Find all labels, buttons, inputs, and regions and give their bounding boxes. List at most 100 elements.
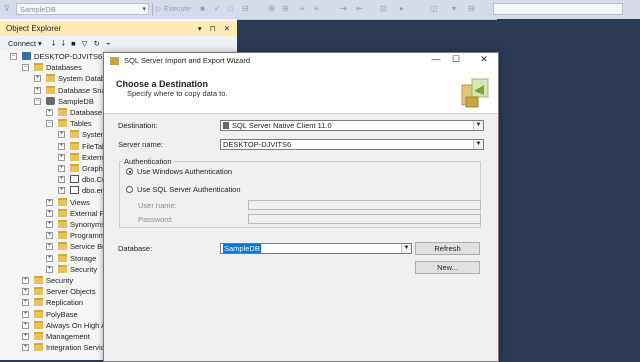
expand-icon[interactable]: + bbox=[46, 109, 53, 116]
expand-icon[interactable]: + bbox=[58, 165, 65, 172]
unknown-tool-icon-2[interactable]: ▾ bbox=[452, 4, 456, 13]
tree-node[interactable]: + Graph bbox=[58, 163, 103, 174]
tree-node[interactable]: + Server Objects bbox=[22, 286, 96, 297]
expand-icon[interactable]: + bbox=[46, 243, 53, 251]
folder-icon bbox=[70, 152, 79, 161]
expand-icon[interactable]: + bbox=[46, 209, 53, 217]
parse-icon[interactable]: □ bbox=[228, 4, 233, 13]
tree-node[interactable]: − Databases bbox=[22, 62, 82, 73]
tree-node[interactable]: + System bbox=[58, 129, 107, 140]
expand-icon[interactable]: + bbox=[22, 344, 29, 352]
import-export-wizard-dialog: SQL Server Import and Export Wizard — ☐ … bbox=[103, 52, 499, 362]
grid-icon[interactable]: ⊞ bbox=[282, 4, 289, 13]
filter-icon[interactable]: ▽ bbox=[82, 39, 88, 48]
destination-combobox[interactable]: SQL Server Native Client 11.0 ▼ bbox=[220, 120, 484, 131]
tree-node[interactable]: + Synonyms bbox=[46, 219, 105, 230]
tree-node[interactable]: + FileTab bbox=[58, 141, 106, 152]
check-icon[interactable]: ✓ bbox=[214, 4, 221, 13]
uncomment-icon[interactable]: ≡ bbox=[314, 4, 319, 13]
outdent-icon[interactable]: ⇤ bbox=[356, 4, 363, 13]
connect-icon[interactable]: ⸸ bbox=[52, 39, 56, 48]
execute-button[interactable]: ▷ Execute bbox=[156, 4, 191, 13]
maximize-button[interactable]: ☐ bbox=[446, 54, 466, 65]
activity-icon[interactable]: ⌁ bbox=[106, 39, 111, 48]
tree-node[interactable]: − Tables bbox=[46, 118, 92, 129]
tree-node[interactable]: + System Databa bbox=[34, 73, 109, 84]
expand-icon[interactable]: + bbox=[58, 187, 65, 195]
tree-node[interactable]: + PolyBase bbox=[22, 309, 78, 320]
specify-values-icon[interactable]: ⊡ bbox=[380, 4, 387, 13]
minimize-button[interactable]: — bbox=[426, 54, 446, 64]
disconnect-icon[interactable]: ⸸ bbox=[62, 39, 66, 48]
collapse-icon[interactable]: − bbox=[34, 97, 41, 105]
tree-node[interactable]: + dbo.Cu bbox=[58, 174, 106, 185]
password-input[interactable] bbox=[248, 214, 481, 224]
tree-node[interactable]: + Programm bbox=[46, 230, 105, 241]
authentication-group-label: Authentication bbox=[123, 157, 173, 166]
tree-node[interactable]: + Storage bbox=[46, 253, 96, 264]
close-button[interactable]: ✕ bbox=[474, 54, 494, 65]
tree-node[interactable]: + Management bbox=[22, 331, 90, 342]
panel-controls-icon[interactable]: ▾ ⊓ ✕ bbox=[198, 21, 233, 36]
expand-icon[interactable]: + bbox=[58, 142, 65, 150]
sql-auth-radio[interactable] bbox=[126, 186, 133, 193]
expand-icon[interactable]: + bbox=[46, 198, 53, 206]
bookmark-icon[interactable]: ▸ bbox=[400, 4, 404, 13]
new-database-button[interactable]: New... bbox=[415, 261, 480, 274]
expand-icon[interactable]: + bbox=[58, 131, 65, 139]
refresh-button[interactable]: Refresh bbox=[415, 242, 480, 255]
tree-node[interactable]: + Security bbox=[46, 264, 97, 275]
expand-icon[interactable]: + bbox=[46, 254, 53, 262]
expand-icon[interactable]: + bbox=[22, 333, 29, 340]
tree-node[interactable]: + dbo.em bbox=[58, 185, 107, 196]
comment-icon[interactable]: ≡ bbox=[300, 4, 305, 13]
expand-icon[interactable]: + bbox=[58, 153, 65, 161]
expand-icon[interactable]: + bbox=[58, 176, 65, 184]
toolbar-pin-icon[interactable]: ⊽ bbox=[4, 4, 10, 13]
username-input[interactable] bbox=[248, 200, 481, 210]
toolbar-combo[interactable] bbox=[493, 3, 623, 15]
main-toolbar: ⊽ SampleDB ▾ ▷ Execute ■ ✓ □ ⊟ ⊞ ⊞ ≡ ≡ ⇥… bbox=[0, 0, 640, 20]
unknown-tool-icon[interactable]: ◫ bbox=[430, 4, 438, 13]
tree-node[interactable]: + Extern bbox=[58, 152, 104, 163]
collapse-icon[interactable]: − bbox=[22, 64, 29, 72]
tree-node[interactable]: + External Re bbox=[46, 208, 109, 219]
tree-node[interactable]: + Database D bbox=[46, 107, 110, 118]
folder-icon bbox=[58, 220, 67, 228]
server-name-combobox[interactable]: DESKTOP-DJVITS6 ▼ bbox=[220, 139, 484, 150]
connect-button[interactable]: Connect ▾ bbox=[8, 39, 42, 48]
unknown-tool-icon-3[interactable]: ⊟ bbox=[468, 4, 475, 13]
collapse-icon[interactable]: − bbox=[10, 53, 17, 60]
database-combobox[interactable]: SampleDB ▼ bbox=[220, 243, 412, 254]
expand-icon[interactable]: + bbox=[46, 221, 53, 228]
indent-icon[interactable]: ⇥ bbox=[340, 4, 347, 13]
refresh-icon[interactable]: ↻ bbox=[94, 39, 100, 48]
database-selector[interactable]: SampleDB ▾ bbox=[16, 3, 149, 15]
stop-icon[interactable]: ■ bbox=[71, 39, 76, 48]
windows-auth-radio[interactable] bbox=[126, 168, 133, 175]
tree-node[interactable]: + Integration Servic bbox=[22, 342, 104, 353]
expand-icon[interactable]: + bbox=[22, 277, 29, 284]
tree-node[interactable]: + Always On High A bbox=[22, 320, 106, 331]
plan-icon[interactable]: ⊞ bbox=[268, 4, 275, 13]
folder-icon bbox=[70, 141, 79, 150]
tree-node[interactable]: + Security bbox=[22, 275, 73, 286]
toolbar-divider bbox=[152, 3, 153, 16]
expand-icon[interactable]: + bbox=[22, 299, 29, 307]
wizard-illustration-icon bbox=[461, 78, 489, 108]
results-icon[interactable]: ⊟ bbox=[242, 4, 249, 13]
tree-node[interactable]: + Views bbox=[46, 197, 90, 208]
tree-node[interactable]: + Database Snap bbox=[34, 85, 110, 96]
expand-icon[interactable]: + bbox=[46, 232, 53, 240]
tree-node[interactable]: + Service Bro bbox=[46, 241, 109, 252]
expand-icon[interactable]: + bbox=[34, 75, 41, 83]
expand-icon[interactable]: + bbox=[22, 321, 29, 329]
expand-icon[interactable]: + bbox=[46, 265, 53, 273]
expand-icon[interactable]: + bbox=[22, 310, 29, 318]
expand-icon[interactable]: + bbox=[34, 86, 41, 94]
collapse-icon[interactable]: − bbox=[46, 120, 53, 128]
expand-icon[interactable]: + bbox=[22, 288, 29, 296]
stop-icon[interactable]: ■ bbox=[200, 4, 205, 13]
tree-node[interactable]: + Replication bbox=[22, 297, 83, 308]
tree-node[interactable]: − SampleDB bbox=[34, 96, 94, 107]
